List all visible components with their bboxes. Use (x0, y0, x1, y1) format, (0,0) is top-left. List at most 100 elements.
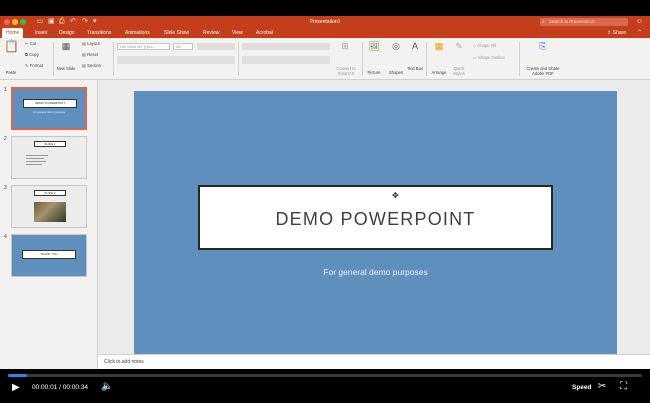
slide-title[interactable]: DEMO POWERPOINT (200, 209, 551, 230)
slide-number: 3 (4, 185, 7, 191)
notes-placeholder[interactable]: Click to add notes (104, 359, 144, 365)
font-format-buttons[interactable] (117, 56, 235, 64)
font-name-field[interactable]: Gill Sans MT (Hea... (117, 43, 170, 50)
new-slide-label[interactable]: New Slide (56, 66, 76, 71)
paste-label[interactable]: Paste (3, 70, 19, 75)
shape-outline-label: Shape Outline (478, 55, 505, 60)
format-label: Format (29, 63, 43, 68)
share-button[interactable]: ⇪ Share (607, 28, 626, 38)
thumb-text-line (26, 161, 46, 162)
video-controls: ▶ 00:00:01 / 00:00:34 🔈 Speed ✂ ⛶ (0, 378, 650, 400)
arrange-label[interactable]: Arrange (428, 70, 450, 75)
create-pdf-label[interactable]: Create and Share Adobe PDF (522, 66, 564, 76)
convert-smartart-label[interactable]: Convert to SmartArt (330, 66, 362, 76)
ribbon-divider (426, 42, 427, 76)
section-label: Section (87, 63, 102, 68)
adobe-pdf-icon[interactable]: ⎘ (536, 41, 550, 51)
layout-label: Layout (87, 41, 100, 46)
thumb-subtitle: For general demo purposes (33, 111, 65, 114)
move-cursor-icon: ✥ (392, 191, 399, 200)
smartart-icon[interactable]: ⊞ (337, 41, 353, 51)
paste-icon[interactable]: 📋 (4, 40, 19, 52)
thumb-title: SLIDE 1 (34, 141, 66, 147)
thumb-text-line (26, 155, 48, 156)
title-bar: ▭ ▣ ⎙ ↶ ↷ ▾ Presentation1 ⌕ Search in Pr… (0, 16, 650, 28)
quick-styles-label[interactable]: Quick Styles (450, 66, 468, 76)
current-slide[interactable]: DEMO POWERPOINT ✥ For general demo purpo… (134, 91, 617, 362)
new-slide-icon[interactable]: ▦ (58, 41, 74, 51)
shape-fill-label: Shape Fill (477, 43, 497, 48)
tab-design[interactable]: Design (55, 28, 79, 38)
shapes-label[interactable]: Shapes (385, 70, 407, 75)
text-box-label[interactable]: Text Box (406, 66, 424, 71)
thumb-title: SLIDE 2 (34, 190, 66, 196)
tab-home[interactable]: Home (2, 28, 24, 38)
copy-label: Copy (29, 52, 39, 57)
slide-thumbnail-1[interactable]: DEMO POWERPOINT For general demo purpose… (11, 87, 87, 130)
font-size-field[interactable]: 36 (173, 43, 193, 50)
speed-button[interactable]: Speed (572, 384, 592, 391)
play-icon[interactable]: ▶ (12, 382, 20, 394)
tab-animations[interactable]: Animations (121, 28, 154, 38)
tab-review[interactable]: Review (199, 28, 223, 38)
section-button[interactable]: ▤ Section (82, 63, 101, 68)
reset-button[interactable]: ▤ Reset (82, 52, 98, 57)
search-input[interactable]: ⌕ Search in Presentation (540, 18, 628, 26)
slide-subtitle[interactable]: For general demo purposes (134, 267, 617, 277)
volume-icon[interactable]: 🔈 (101, 381, 113, 393)
thumb-title: DEMO POWERPOINT (23, 99, 77, 108)
search-icon: ⌕ (542, 19, 545, 25)
thumb-text-line (26, 164, 42, 165)
slide-title-placeholder[interactable]: DEMO POWERPOINT (198, 185, 553, 250)
powerpoint-window: ▭ ▣ ⎙ ↶ ↷ ▾ Presentation1 ⌕ Search in Pr… (0, 16, 650, 369)
picture-icon[interactable]: 🖼 (366, 41, 382, 51)
ribbon-tabs: Home Insert Design Transitions Animation… (0, 28, 650, 38)
video-progress-bar[interactable] (8, 374, 642, 377)
cut-button[interactable]: ✂ Cut (25, 41, 36, 46)
scissors-icon[interactable]: ✂ (598, 381, 606, 393)
slide-number: 2 (4, 136, 7, 142)
thumb-title: THANK YOU (22, 250, 76, 259)
shape-fill-button[interactable]: ◇ Shape Fill (473, 43, 496, 48)
paragraph-align-buttons[interactable] (242, 56, 330, 64)
video-time: 00:00:01 / 00:00:34 (32, 384, 88, 391)
tab-transitions[interactable]: Transitions (83, 28, 115, 38)
tab-acrobat[interactable]: Acrobat (252, 28, 277, 38)
ribbon: 📋 Paste ✂ Cut ⧉ Copy ✎ Format ▦ New Slid… (0, 38, 650, 80)
quick-styles-icon[interactable]: ✎ (452, 41, 466, 51)
tab-insert[interactable]: Insert (31, 28, 52, 38)
shapes-icon[interactable]: ◎ (388, 41, 404, 51)
video-frame: ▭ ▣ ⎙ ↶ ↷ ▾ Presentation1 ⌕ Search in Pr… (0, 0, 650, 403)
tab-slide-show[interactable]: Slide Show (160, 28, 193, 38)
ribbon-divider (53, 42, 54, 76)
feedback-smiley-icon[interactable]: ☺ (636, 17, 643, 27)
slide-thumbnail-4[interactable]: THANK YOU (11, 234, 87, 277)
tab-view[interactable]: View (228, 28, 247, 38)
paragraph-list-buttons[interactable] (242, 43, 330, 50)
arrange-icon[interactable]: ▦ (431, 41, 447, 51)
shape-outline-button[interactable]: ▭ Shape Outline (473, 55, 505, 60)
thumb-text-line (26, 158, 44, 159)
copy-button[interactable]: ⧉ Copy (25, 52, 39, 57)
current-time: 00:00:01 (32, 384, 58, 391)
cut-label: Cut (29, 41, 37, 46)
collapse-ribbon-icon[interactable]: ⌃ (637, 28, 642, 38)
slide-number: 4 (4, 234, 7, 240)
duration: 00:00:34 (62, 384, 89, 391)
font-size-buttons[interactable] (197, 43, 235, 50)
ribbon-divider (238, 42, 239, 76)
slide-thumbnail-2[interactable]: SLIDE 1 (11, 136, 87, 179)
notes-pane[interactable]: Click to add notes (98, 354, 650, 369)
ribbon-divider (519, 42, 520, 76)
text-box-icon[interactable]: A (408, 41, 422, 51)
slide-thumbnail-3[interactable]: SLIDE 2 (11, 185, 87, 228)
reset-label: Reset (87, 52, 99, 57)
slide-thumbnails-panel: 1 DEMO POWERPOINT For general demo purpo… (0, 80, 98, 369)
thumb-image (34, 202, 66, 222)
fullscreen-icon[interactable]: ⛶ (620, 381, 627, 393)
picture-label[interactable]: Picture (363, 70, 385, 75)
slide-number: 1 (4, 87, 7, 93)
format-painter-button[interactable]: ✎ Format (25, 63, 43, 68)
layout-button[interactable]: ▤ Layout (82, 41, 100, 46)
slide-canvas: DEMO POWERPOINT ✥ For general demo purpo… (98, 80, 650, 369)
